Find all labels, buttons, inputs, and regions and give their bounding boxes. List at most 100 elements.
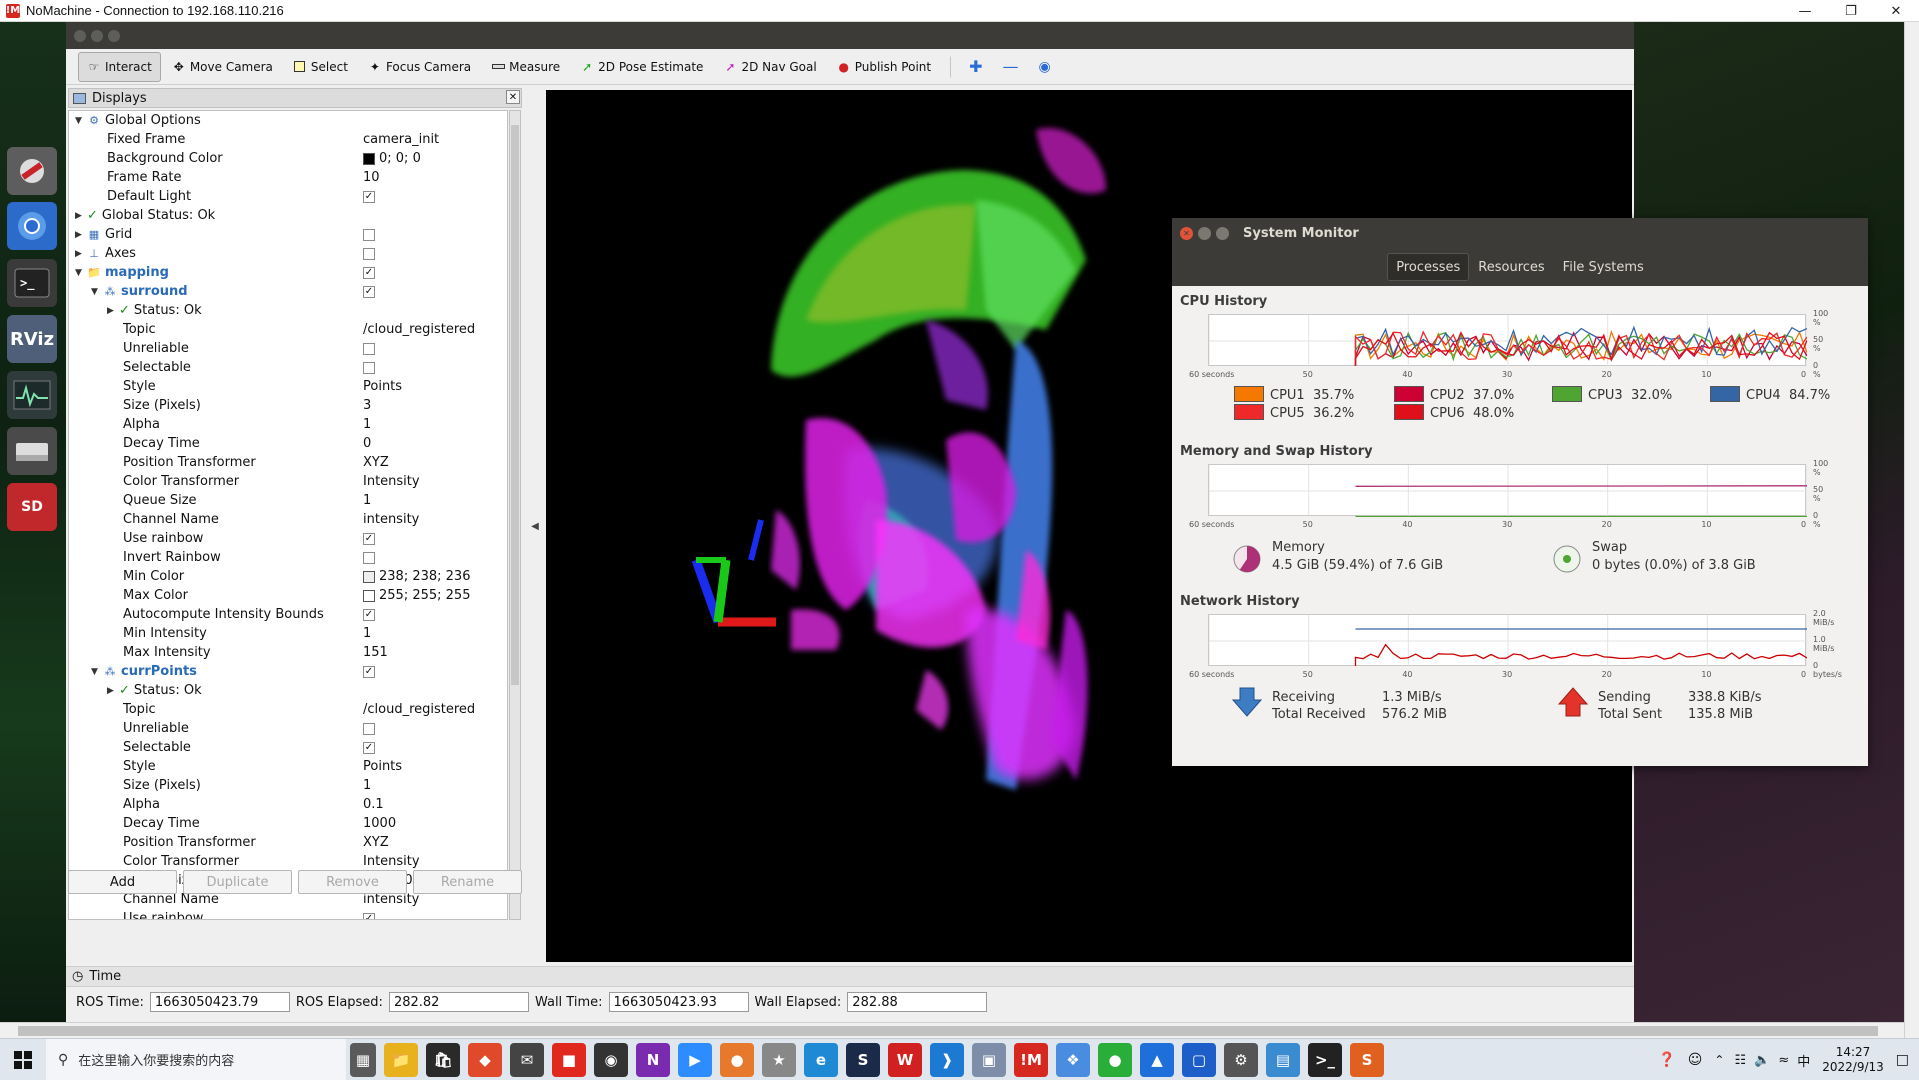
checkbox[interactable]: ✓ xyxy=(363,285,375,298)
rviz-minimize-button[interactable] xyxy=(91,29,103,42)
app-icon-10[interactable]: S xyxy=(1350,1042,1384,1077)
sm-close-button[interactable]: ✕ xyxy=(1180,226,1193,240)
wechat-icon[interactable]: ● xyxy=(1098,1042,1132,1077)
display-row[interactable]: Decay Time 1000 xyxy=(69,814,507,833)
display-row[interactable]: Min Color 238; 238; 236 xyxy=(69,567,507,586)
system-monitor-icon[interactable] xyxy=(7,371,57,419)
display-row-value[interactable] xyxy=(363,361,375,374)
display-row-value[interactable]: /cloud_registered xyxy=(363,702,475,717)
display-row-value[interactable]: Points xyxy=(363,759,402,774)
network-icon[interactable]: ☷ xyxy=(1734,1053,1746,1068)
display-row-value[interactable]: ✓ xyxy=(363,665,375,678)
maximize-button[interactable]: ❐ xyxy=(1828,0,1874,22)
tool-publish-point[interactable]: ● Publish Point xyxy=(828,52,940,82)
store-icon[interactable]: 🛍 xyxy=(426,1042,460,1077)
display-row[interactable]: Selectable xyxy=(69,358,507,377)
terminal-taskbar-icon[interactable]: >_ xyxy=(1308,1042,1342,1077)
app-icon-2[interactable]: ■ xyxy=(552,1042,586,1077)
nomachine-taskbar-icon[interactable]: !M xyxy=(1014,1042,1048,1077)
display-row[interactable]: Frame Rate 10 xyxy=(69,168,507,187)
rviz-close-button[interactable] xyxy=(74,29,86,42)
duplicate-button[interactable]: Duplicate xyxy=(183,870,292,894)
cpu5-swatch[interactable] xyxy=(1234,404,1264,420)
volume-icon[interactable]: 🔈 xyxy=(1754,1053,1770,1068)
collapse-arrow-icon[interactable]: ▶ xyxy=(107,306,119,316)
display-row-value[interactable]: camera_init xyxy=(363,132,439,147)
display-row-value[interactable] xyxy=(363,551,375,564)
display-row[interactable]: Max Intensity 151 xyxy=(69,643,507,662)
rviz-maximize-button[interactable] xyxy=(108,29,120,42)
collapse-arrow-icon[interactable]: ▶ xyxy=(75,230,87,240)
display-row[interactable]: Size (Pixels) 3 xyxy=(69,396,507,415)
display-row-value[interactable]: /cloud_registered xyxy=(363,322,475,337)
checkbox[interactable] xyxy=(363,228,375,241)
drive-icon[interactable] xyxy=(7,427,57,475)
cpu1-swatch[interactable] xyxy=(1234,386,1264,402)
add-button[interactable]: Add xyxy=(68,870,177,894)
checkbox[interactable]: ✓ xyxy=(363,266,375,279)
display-row-value[interactable]: ✓ xyxy=(363,190,375,203)
display-row[interactable]: Selectable ✓ xyxy=(69,738,507,757)
cpu3-swatch[interactable] xyxy=(1552,386,1582,402)
wall-elapsed-field[interactable]: 282.88 xyxy=(847,992,988,1012)
onenote-icon[interactable]: N xyxy=(636,1042,670,1077)
collapse-arrow-icon[interactable]: ▶ xyxy=(75,249,87,259)
color-swatch[interactable] xyxy=(363,570,375,583)
display-row-value[interactable]: ✓ xyxy=(363,741,375,754)
app-icon-6[interactable]: ❖ xyxy=(1056,1042,1090,1077)
display-row-value[interactable]: ✓ xyxy=(363,285,375,298)
vertical-scrollbar[interactable] xyxy=(1904,22,1919,1038)
display-row-value[interactable]: 0.1 xyxy=(363,797,384,812)
app-icon-4[interactable]: S xyxy=(846,1042,880,1077)
display-row[interactable]: Alpha 1 xyxy=(69,415,507,434)
display-row-value[interactable]: 255; 255; 255 xyxy=(363,588,470,603)
remove-tool-icon[interactable]: — xyxy=(994,52,1028,82)
display-row-value[interactable]: 238; 238; 236 xyxy=(363,569,470,584)
display-row[interactable]: Unreliable xyxy=(69,719,507,738)
horizontal-scrollbar[interactable] xyxy=(0,1022,1904,1038)
display-row-value[interactable]: 0 xyxy=(363,436,371,451)
app-icon-9[interactable]: ▤ xyxy=(1266,1042,1300,1077)
color-swatch[interactable] xyxy=(363,589,375,602)
checkbox[interactable]: ✓ xyxy=(363,608,375,621)
checkbox[interactable] xyxy=(363,247,375,260)
display-row-value[interactable]: ✓ xyxy=(363,532,375,545)
display-row-value[interactable]: 1 xyxy=(363,417,371,432)
display-row[interactable]: Position Transformer XYZ xyxy=(69,453,507,472)
tool-2d-pose-estimate[interactable]: ➚ 2D Pose Estimate xyxy=(571,52,712,82)
tool-focus-camera[interactable]: ✦ Focus Camera xyxy=(359,52,480,82)
expand-arrow-icon[interactable]: ▼ xyxy=(75,268,87,278)
sm-minimize-button[interactable] xyxy=(1198,226,1211,240)
swap-pie-icon[interactable] xyxy=(1552,544,1582,574)
displays-scrollbar[interactable] xyxy=(509,110,521,920)
display-row[interactable]: Fixed Frame camera_init xyxy=(69,130,507,149)
edge-icon[interactable]: e xyxy=(804,1042,838,1077)
zoom-icon[interactable]: ▶ xyxy=(678,1042,712,1077)
display-row-value[interactable]: Intensity xyxy=(363,854,420,869)
wps-icon[interactable]: W xyxy=(888,1042,922,1077)
help-icon[interactable]: ❓ xyxy=(1658,1052,1675,1068)
file-explorer-icon[interactable]: 📁 xyxy=(384,1042,418,1077)
display-row[interactable]: Max Color 255; 255; 255 xyxy=(69,586,507,605)
collapse-arrow-icon[interactable]: ▶ xyxy=(107,686,119,696)
checkbox[interactable] xyxy=(363,722,375,735)
tool-move-camera[interactable]: ✥ Move Camera xyxy=(163,52,282,82)
display-row[interactable]: ▶ ▦ Grid xyxy=(69,225,507,244)
display-row-value[interactable]: intensity xyxy=(363,512,419,527)
remove-button[interactable]: Remove xyxy=(298,870,407,894)
cpu6-swatch[interactable] xyxy=(1394,404,1424,420)
checkbox[interactable] xyxy=(363,361,375,374)
ros-elapsed-field[interactable]: 282.82 xyxy=(388,992,529,1012)
display-row[interactable]: Background Color 0; 0; 0 xyxy=(69,149,507,168)
chromium-icon[interactable] xyxy=(7,202,57,250)
view-options-icon[interactable]: ◉ xyxy=(1030,52,1060,82)
display-row[interactable]: Topic/cloud_registered xyxy=(69,320,507,339)
start-button[interactable] xyxy=(0,1039,46,1080)
display-row[interactable]: ▼ 📁 mapping ✓ xyxy=(69,263,507,282)
tool-interact[interactable]: ☞ Interact xyxy=(78,51,161,82)
display-row[interactable]: Style Points xyxy=(69,377,507,396)
rename-button[interactable]: Rename xyxy=(413,870,522,894)
camera-icon[interactable]: ◉ xyxy=(594,1042,628,1077)
display-row[interactable]: Position Transformer XYZ xyxy=(69,833,507,852)
tab-file-systems[interactable]: File Systems xyxy=(1554,253,1653,281)
